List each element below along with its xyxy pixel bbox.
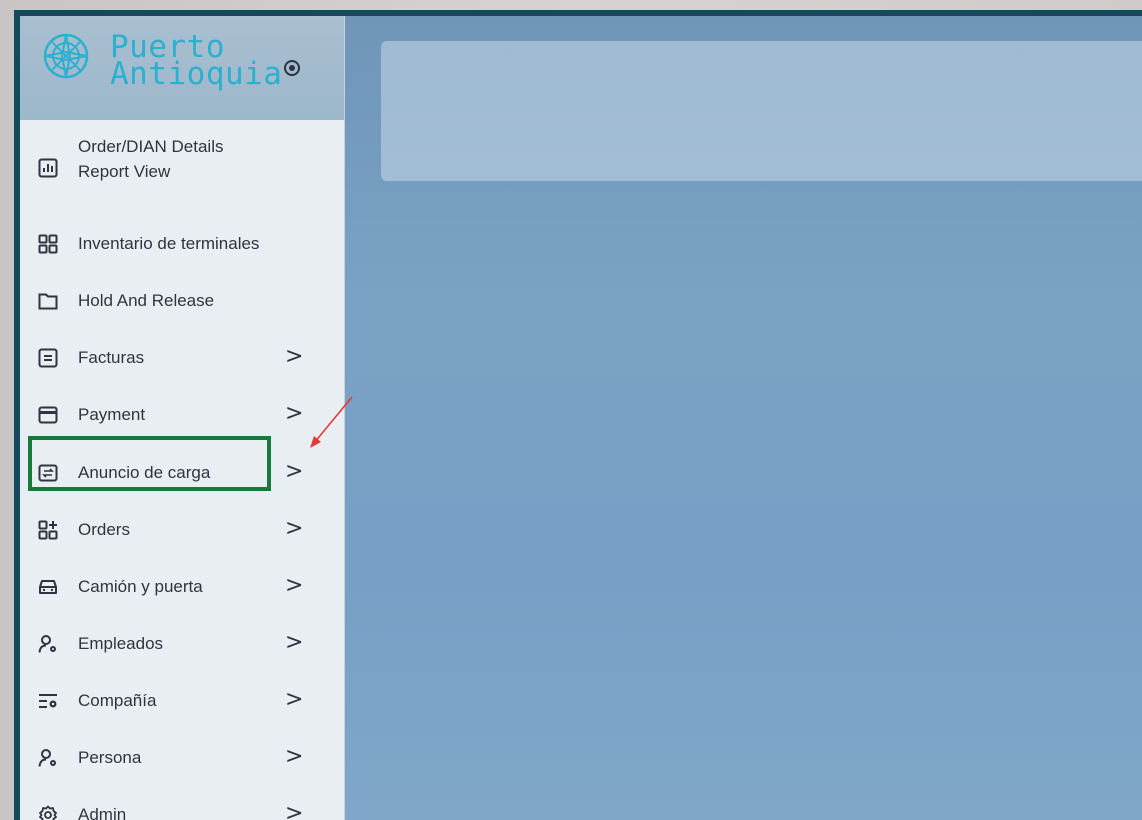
sidebar-item-facturas[interactable]: Facturas > (20, 330, 344, 386)
brand-header: Puerto Antioquia (20, 16, 344, 120)
highlight-box (28, 436, 271, 491)
sidebar-item-payment[interactable]: Payment > (20, 387, 344, 443)
sidebar-item-camion-puerta[interactable]: Camión y puerta > (20, 559, 344, 615)
main-content (345, 16, 1142, 820)
user-gear-icon (38, 748, 58, 768)
sidebar-item-label: Orders (78, 520, 130, 539)
chevron-right-icon: > (285, 401, 304, 426)
folder-icon (38, 291, 58, 311)
annotation-arrow (306, 395, 356, 451)
settings-icon (38, 805, 58, 820)
sidebar: Puerto Antioquia Order/DIAN Details Repo… (20, 16, 345, 820)
grid-icon (38, 234, 58, 254)
chevron-right-icon: > (285, 630, 304, 655)
sidebar-item-label: Payment (78, 405, 146, 424)
sidebar-item-label: Inventario de terminales (78, 234, 260, 253)
top-panel (381, 41, 1142, 181)
sidebar-item-empleados[interactable]: Empleados > (20, 616, 344, 672)
chevron-right-icon: > (285, 744, 304, 769)
brand-title-line2: Antioquia (110, 56, 283, 92)
chevron-right-icon: > (285, 573, 304, 598)
sidebar-item-label: Order/DIAN Details Report View (78, 137, 224, 181)
document-icon (38, 348, 58, 368)
chevron-right-icon: > (285, 516, 304, 541)
sidebar-item-hold-release[interactable]: Hold And Release (20, 273, 344, 329)
sidebar-item-order-dian[interactable]: Order/DIAN Details Report View (20, 120, 344, 210)
sidebar-item-label: Hold And Release (78, 291, 215, 310)
radio-dot-icon[interactable] (284, 60, 300, 76)
user-gear-icon (38, 634, 58, 654)
sidebar-item-label: Admin (78, 805, 127, 820)
sidebar-item-persona[interactable]: Persona > (20, 730, 344, 786)
sidebar-item-label: Compañía (78, 691, 157, 710)
list-gear-icon (38, 691, 58, 711)
chevron-right-icon: > (285, 459, 304, 484)
sidebar-item-orders[interactable]: Orders > (20, 502, 344, 558)
car-icon (38, 577, 58, 597)
app-frame: Puerto Antioquia Order/DIAN Details Repo… (14, 10, 1142, 820)
sidebar-item-label: Persona (78, 748, 142, 767)
card-icon (38, 405, 58, 425)
grid-plus-icon (38, 520, 58, 540)
compass-rose-icon (42, 32, 90, 80)
chevron-right-icon: > (285, 344, 304, 369)
brand-title: Puerto Antioquia (110, 32, 283, 92)
sidebar-item-label: Empleados (78, 634, 164, 653)
bar-chart-icon (38, 158, 58, 178)
sidebar-item-admin[interactable]: Admin > (20, 787, 344, 820)
chevron-right-icon: > (285, 801, 304, 820)
sidebar-item-compania[interactable]: Compañía > (20, 673, 344, 729)
chevron-right-icon: > (285, 687, 304, 712)
sidebar-item-label: Camión y puerta (78, 577, 203, 596)
sidebar-item-label: Facturas (78, 348, 145, 367)
sidebar-item-inventario[interactable]: Inventario de terminales (20, 216, 344, 272)
